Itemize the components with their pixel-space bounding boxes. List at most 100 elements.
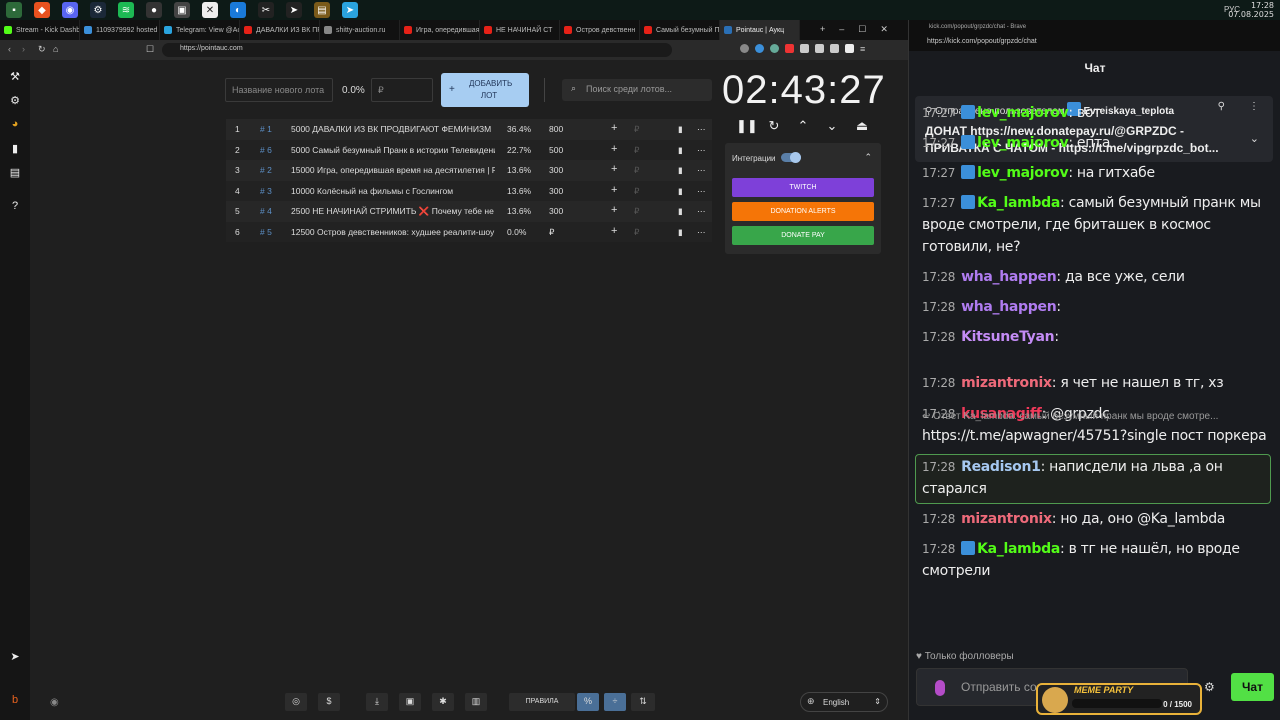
telegram-icon[interactable]: ➤ — [342, 2, 358, 18]
lot-amount[interactable]: 300 — [549, 206, 563, 216]
trash-icon[interactable]: ▮ — [678, 145, 683, 156]
plus-icon[interactable]: + — [611, 163, 617, 175]
donate-pay-button[interactable]: DONATE PAY — [732, 226, 874, 245]
lot-amount[interactable]: 300 — [549, 186, 563, 196]
steam-icon[interactable]: ⚙ — [90, 2, 106, 18]
trash-icon[interactable]: ▮ — [678, 227, 683, 238]
message-user[interactable]: mizantronix — [961, 375, 1052, 391]
lot-name[interactable]: 5000 ДАВАЛКИ ИЗ ВК ПРОДВИГАЮТ ФЕМИНИЗМ — [291, 124, 495, 134]
add-lot-button[interactable]: + ДОБАВИТЬ ЛОТ — [441, 73, 529, 107]
trash-icon[interactable]: ▮ — [678, 186, 683, 197]
chevron-down-icon[interactable]: ⌄ — [824, 118, 840, 134]
discord-icon[interactable]: ◉ — [62, 2, 78, 18]
eye-icon[interactable]: ◉ — [50, 697, 59, 708]
message-user[interactable]: KitsuneTyan — [961, 329, 1055, 345]
message-user[interactable]: mizantronix — [961, 511, 1052, 527]
browser-tab[interactable]: ДАВАЛКИ ИЗ ВК ПР — [240, 20, 320, 40]
reload-icon[interactable]: ↻ — [38, 44, 46, 55]
telegram-icon[interactable]: ➤ — [8, 650, 22, 664]
lot-name[interactable]: 5000 Самый безумный Пранк в истории Теле… — [291, 145, 495, 155]
ruble-icon[interactable]: ₽ — [634, 186, 639, 197]
trash-icon[interactable]: ▮ — [678, 165, 683, 176]
hammer-icon[interactable]: ⚒ — [8, 70, 22, 84]
ruble-icon[interactable]: ₽ — [634, 124, 639, 135]
more-icon[interactable]: ⋯ — [697, 227, 706, 238]
clock[interactable]: 17:28 07.08.2025 — [1228, 1, 1274, 19]
restart-icon[interactable]: ↻ — [766, 118, 782, 134]
app-icon[interactable]: ▣ — [174, 2, 190, 18]
pause-icon[interactable]: ❚❚ — [736, 118, 758, 134]
lot-amount[interactable]: ₽ — [549, 227, 554, 238]
address-field[interactable]: https://pointauc.com — [162, 43, 672, 57]
home-icon[interactable]: ⌂ — [53, 44, 58, 54]
browser-tab[interactable]: Самый безумный П — [640, 20, 720, 40]
browser-tab[interactable]: shitty-auction.ru — [320, 20, 400, 40]
popout-url[interactable]: https://kick.com/popout/grpzdc/chat — [909, 35, 1280, 51]
split-button[interactable]: ÷ — [604, 693, 626, 711]
ruble-icon[interactable]: ₽ — [634, 227, 639, 238]
plus-icon[interactable]: + — [611, 143, 617, 155]
menu-icon[interactable]: ≡ — [860, 44, 865, 54]
maximize-icon[interactable]: ☐ — [858, 24, 866, 35]
ext-icon[interactable] — [815, 44, 824, 53]
donate-button[interactable]: $ — [318, 693, 340, 711]
chevron-up-icon[interactable]: ⌃ — [864, 152, 872, 163]
more-icon[interactable]: ⋯ — [697, 186, 706, 197]
settings-icon[interactable]: ⚙ — [1204, 680, 1215, 694]
ruble-icon[interactable]: ₽ — [634, 165, 639, 176]
eject-icon[interactable]: ⏏ — [854, 118, 870, 134]
message-user[interactable]: Ka_lambda — [977, 195, 1060, 211]
plus-icon[interactable]: + — [611, 184, 617, 196]
new-tab-icon[interactable]: + — [820, 24, 825, 35]
message-user[interactable]: lev_majorov — [977, 135, 1069, 151]
message-user[interactable]: lev_majorov — [977, 165, 1069, 181]
plus-icon[interactable]: + — [611, 225, 617, 237]
spotify-icon[interactable]: ≋ — [118, 2, 134, 18]
plus-icon[interactable]: + — [611, 204, 617, 216]
percent-button[interactable]: % — [577, 693, 599, 711]
browser-tab[interactable]: Остров девственн — [560, 20, 640, 40]
twitch-button[interactable]: TWITCH — [732, 178, 874, 197]
donation-alerts-button[interactable]: DONATION ALERTS — [732, 202, 874, 221]
stats-icon[interactable]: ▮ — [8, 142, 22, 156]
ext-icon[interactable] — [755, 44, 764, 53]
search-input[interactable]: ⌕ Поиск среди лотов... — [562, 79, 712, 101]
browser-icon[interactable]: ◐ — [230, 2, 246, 18]
new-lot-input[interactable]: Название нового лота — [225, 78, 333, 102]
lot-name[interactable]: 15000 Игра, опередившая время на десятил… — [291, 165, 495, 175]
tool-icon[interactable]: ✕ — [202, 2, 218, 18]
github-button[interactable]: ◎ — [285, 693, 307, 711]
message-user[interactable]: wha_happen — [961, 269, 1057, 285]
ext-icon[interactable] — [800, 44, 809, 53]
trash-icon[interactable]: ▮ — [678, 124, 683, 135]
browser-tab[interactable]: НЕ НАЧИНАЙ СТ — [480, 20, 560, 40]
help-icon[interactable]: ? — [8, 200, 22, 214]
ext-icon[interactable] — [785, 44, 794, 53]
browser-tab[interactable]: Игра, опередившая — [400, 20, 480, 40]
ext-icon[interactable] — [830, 44, 839, 53]
obs-icon[interactable]: ● — [146, 2, 162, 18]
wheel-icon[interactable]: ◕ — [8, 118, 22, 132]
lot-name[interactable]: 10000 Колёсный на фильмы с Гослингом — [291, 186, 495, 196]
bug-button[interactable]: ✱ — [432, 693, 454, 711]
cursor-icon[interactable]: ➤ — [286, 2, 302, 18]
ext-icon[interactable] — [845, 44, 854, 53]
message-user[interactable]: Ka_lambda — [977, 541, 1060, 557]
back-icon[interactable]: ‹ — [8, 44, 11, 54]
lot-amount[interactable]: 800 — [549, 124, 563, 134]
browser-tab[interactable]: 1109379992 hosted — [80, 20, 160, 40]
message-user[interactable]: Readison1 — [961, 459, 1041, 475]
brand-icon[interactable]: b — [8, 694, 22, 708]
sort-button[interactable]: ⇅ — [631, 693, 655, 711]
ruble-icon[interactable]: ₽ — [634, 145, 639, 156]
integrations-toggle[interactable] — [781, 152, 801, 163]
clipboard-icon[interactable]: ▤ — [8, 166, 22, 180]
plus-icon[interactable]: + — [611, 122, 617, 134]
chevron-up-icon[interactable]: ⌃ — [795, 118, 811, 134]
trash-icon[interactable]: ▮ — [678, 206, 683, 217]
save-button[interactable]: ▣ — [399, 693, 421, 711]
start-icon[interactable]: ▪ — [6, 2, 22, 18]
browser-tab[interactable]: Stream - Kick Dashb — [0, 20, 80, 40]
browser-tab[interactable]: Telegram: View @Ac — [160, 20, 240, 40]
ext-icon[interactable] — [770, 44, 779, 53]
